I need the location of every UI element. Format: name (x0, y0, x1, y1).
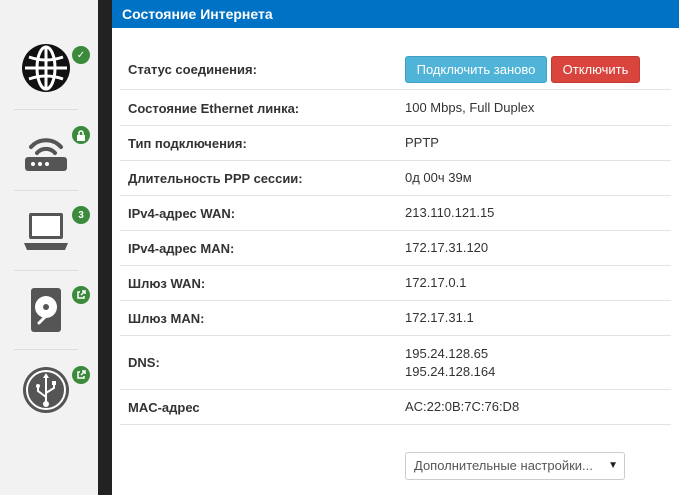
check-icon: ✓ (72, 46, 90, 64)
panel-title: Состояние Интернета (112, 0, 679, 28)
row-value: 213.110.121.15 (405, 205, 495, 220)
wifi-router-icon (25, 138, 67, 171)
external-link-icon (72, 286, 90, 304)
more-settings-select[interactable]: Дополнительные настройки... ▼ (405, 452, 625, 480)
dns-row: DNS: 195.24.128.65 195.24.128.164 (120, 336, 671, 390)
lock-icon (72, 126, 90, 144)
active-item-pointer (98, 58, 108, 78)
sidebar-item-wifi[interactable] (14, 110, 90, 190)
table-row: Длительность PPP сессии: 0д 00ч 39м (120, 161, 671, 196)
dns-label: DNS: (128, 355, 160, 370)
mac-row: MAC-адрес AC:22:0B:7C:76:D8 (120, 390, 671, 425)
row-value: PPTP (405, 135, 439, 150)
mac-value: AC:22:0B:7C:76:D8 (405, 399, 520, 414)
mac-label: MAC-адрес (128, 399, 200, 415)
reconnect-button[interactable]: Подключить заново (405, 56, 547, 83)
row-label: Шлюз MAN: (128, 310, 205, 326)
table-row: IPv4-адрес MAN: 172.17.31.120 (120, 231, 671, 266)
row-label: IPv4-адрес MAN: (128, 240, 235, 256)
table-row: IPv4-адрес WAN: 213.110.121.15 (120, 196, 671, 231)
sidebar-item-internet[interactable]: ✓ (14, 28, 90, 108)
external-link-icon (72, 366, 90, 384)
row-label: Длительность PPP сессии: (128, 170, 303, 186)
sidebar: ✓ 3 (0, 0, 98, 495)
sidebar-item-storage[interactable] (14, 270, 90, 350)
disk-icon (31, 288, 61, 332)
table-row: Шлюз MAN: 172.17.31.1 (120, 301, 671, 336)
table-row: Шлюз WAN: 172.17.0.1 (120, 266, 671, 301)
chevron-down-icon: ▼ (608, 460, 618, 471)
table-row: Состояние Ethernet линка: 100 Mbps, Full… (120, 91, 671, 126)
dns-primary: 195.24.128.65 (405, 346, 489, 361)
status-label: Статус соединения: (128, 62, 257, 77)
row-label: Шлюз WAN: (128, 275, 206, 291)
disconnect-button[interactable]: Отключить (551, 56, 640, 83)
row-label: Состояние Ethernet линка: (128, 100, 300, 116)
internet-status-panel: Состояние Интернета Статус соединения: П… (112, 0, 679, 495)
sidebar-item-usb[interactable] (14, 350, 90, 430)
usb-icon (23, 367, 69, 413)
status-row: Статус соединения: Подключить заново Отк… (120, 50, 671, 90)
row-label: IPv4-адрес WAN: (128, 205, 236, 221)
row-value: 172.17.31.1 (405, 310, 474, 325)
clients-count-badge: 3 (72, 206, 90, 224)
row-label: Тип подключения: (128, 135, 247, 151)
more-settings-selected: Дополнительные настройки... (414, 458, 593, 473)
row-value: 0д 00ч 39м (405, 170, 472, 185)
row-value: 172.17.31.120 (405, 240, 489, 255)
dns-secondary: 195.24.128.164 (405, 364, 496, 379)
row-value: 172.17.0.1 (405, 275, 467, 290)
globe-icon (22, 44, 70, 92)
table-row: Тип подключения: PPTP (120, 126, 671, 161)
row-value: 100 Mbps, Full Duplex (405, 100, 535, 115)
laptop-icon (24, 213, 68, 250)
sidebar-item-clients[interactable]: 3 (14, 190, 90, 270)
